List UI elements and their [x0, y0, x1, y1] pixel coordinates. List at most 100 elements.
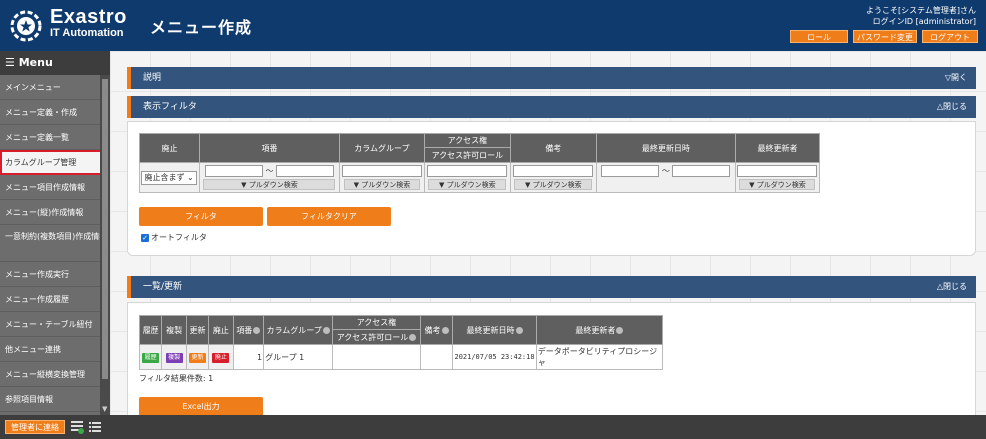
footer: 管理者に連絡 — [0, 415, 986, 439]
main-content: 説明 ▽開く 表示フィルタ △閉じる 廃止 項番 カラムグループ アクセス権 備… — [110, 51, 986, 415]
page-title: メニュー作成 — [150, 18, 253, 37]
logo-subtitle: IT Automation — [50, 27, 124, 39]
sidebar-scrollbar[interactable]: ▼ — [100, 75, 110, 415]
th-item-no-label: 項番 — [236, 325, 253, 335]
th-access-role-label: アクセス許可ロール — [336, 332, 409, 342]
access-role-cell — [332, 344, 421, 370]
close-toggle[interactable]: △閉じる — [937, 276, 967, 298]
sidebar-item-vertical-conversion[interactable]: メニュー縦横変換管理 — [0, 362, 110, 387]
filter-button[interactable]: フィルタ — [139, 207, 263, 226]
last-updated-cell: 2021/07/05 23:42:18 — [452, 344, 537, 370]
filter-clear-button[interactable]: フィルタクリア — [267, 207, 391, 226]
th-last-updater: 最終更新者 — [734, 133, 821, 163]
th-last-updater[interactable]: 最終更新者 — [535, 315, 664, 345]
copy-button[interactable]: 複製 — [165, 352, 183, 363]
logout-button[interactable]: ログアウト — [922, 30, 978, 43]
sidebar-item-menu-create-exec[interactable]: メニュー作成実行 — [0, 262, 110, 287]
table-list-icon[interactable] — [70, 420, 84, 434]
last-updated-filter-cell: 〜 — [595, 162, 736, 193]
sort-icon[interactable] — [322, 326, 330, 334]
sort-icon[interactable] — [253, 326, 261, 334]
access-role-pulldown-button[interactable]: ▼ プルダウン検索 — [428, 178, 507, 190]
sort-icon[interactable] — [616, 326, 624, 334]
gear-logo-icon — [10, 10, 42, 42]
item-no-to-input[interactable] — [276, 164, 334, 177]
description-section-bar[interactable]: 説明 ▽開く — [127, 67, 976, 89]
update-button[interactable]: 更新 — [188, 352, 206, 363]
column-group-filter-cell: ▼ プルダウン検索 — [338, 162, 425, 193]
table-row: 履歴 複製 更新 廃止 1 グループ 1 2021/07/05 23:42:18… — [138, 344, 664, 370]
column-group-pulldown-button[interactable]: ▼ プルダウン検索 — [343, 178, 420, 190]
sidebar-item-menu-definition[interactable]: メニュー定義・作成 — [0, 100, 110, 125]
access-role-input[interactable] — [427, 164, 508, 177]
checkmark-icon: ✓ — [141, 233, 149, 242]
item-no-pulldown-button[interactable]: ▼ プルダウン検索 — [203, 178, 336, 190]
filter-section-bar[interactable]: 表示フィルタ △閉じる — [127, 96, 976, 118]
th-disuse: 廃止 — [208, 315, 234, 345]
sidebar-item-menu-definition-list[interactable]: メニュー定義一覧 — [0, 125, 110, 150]
role-button[interactable]: ロール — [790, 30, 848, 43]
column-group-input[interactable] — [341, 164, 422, 177]
scroll-down-icon[interactable]: ▼ — [102, 405, 107, 413]
list-section-bar[interactable]: 一覧/更新 △閉じる — [127, 276, 976, 298]
remarks-pulldown-button[interactable]: ▼ プルダウン検索 — [514, 178, 593, 190]
th-history: 履歴 — [138, 315, 163, 345]
history-cell: 履歴 — [138, 344, 163, 370]
disuse-button[interactable]: 廃止 — [212, 352, 230, 363]
last-updater-filter-cell: ▼ プルダウン検索 — [734, 162, 821, 193]
last-updater-pulldown-button[interactable]: ▼ プルダウン検索 — [739, 178, 816, 190]
auto-filter-checkbox[interactable]: ✓ オートフィルタ — [141, 232, 207, 243]
range-separator: 〜 — [265, 166, 274, 175]
sidebar-item-vertical-menu-info[interactable]: メニュー(縦)作成情報 — [0, 200, 110, 225]
section-title: 一覧/更新 — [143, 282, 183, 292]
user-info: ようこそ[システム管理者]さん ログインID [administrator] — [866, 5, 976, 27]
th-column-group-label: カラムグループ — [266, 325, 322, 335]
last-updated-from-input[interactable] — [601, 164, 660, 177]
disuse-select[interactable]: 廃止含まず ⌄ — [141, 170, 198, 185]
sidebar-item-menu-table-link[interactable]: メニュー・テーブル紐付 — [0, 312, 110, 337]
scrollbar-thumb[interactable] — [102, 79, 108, 379]
logo-word: Exastro — [50, 6, 127, 28]
result-table: 履歴 複製 更新 廃止 項番 カラムグループ アクセス権 備考 最終更新日時 最… — [138, 315, 664, 370]
open-toggle[interactable]: ▽開く — [945, 67, 967, 89]
th-item-no: 項番 — [198, 133, 340, 163]
sidebar-item-menu-item-info[interactable]: メニュー項目作成情報 — [0, 175, 110, 200]
th-disuse: 廃止 — [139, 133, 200, 163]
item-no-cell: 1 — [232, 344, 265, 370]
item-no-from-input[interactable] — [204, 164, 263, 177]
hamburger-icon: ☰ — [5, 56, 19, 69]
th-remarks[interactable]: 備考 — [419, 315, 454, 345]
excel-export-button[interactable]: Excel出力 — [139, 397, 263, 415]
chevron-down-icon: ⌄ — [187, 172, 194, 182]
sidebar-item-main-menu[interactable]: メインメニュー — [0, 75, 110, 100]
th-column-group[interactable]: カラムグループ — [263, 315, 334, 345]
contact-admin-button[interactable]: 管理者に連絡 — [5, 420, 65, 434]
last-updater-input[interactable] — [737, 164, 818, 177]
th-update: 更新 — [185, 315, 210, 345]
update-cell: 更新 — [185, 344, 210, 370]
close-toggle[interactable]: △閉じる — [937, 96, 967, 118]
menu-header[interactable]: ☰ Menu — [0, 51, 110, 75]
sidebar-item-column-group[interactable]: カラムグループ管理 — [0, 150, 110, 175]
sidebar-item-other-menu-link[interactable]: 他メニュー連携 — [0, 337, 110, 362]
history-button[interactable]: 履歴 — [142, 352, 160, 363]
th-remarks: 備考 — [509, 133, 597, 163]
th-access-role[interactable]: アクセス許可ロール — [332, 329, 421, 345]
remarks-input[interactable] — [513, 164, 594, 177]
menu-title: Menu — [18, 56, 53, 69]
auto-filter-label: オートフィルタ — [151, 233, 207, 242]
section-title: 表示フィルタ — [143, 102, 197, 112]
menu-list-icon[interactable] — [88, 420, 102, 434]
sidebar-item-unique-constraint[interactable]: 一意制約(複数項目)作成情報 — [0, 225, 110, 262]
sort-icon[interactable] — [409, 333, 417, 341]
exastro-logo[interactable]: Exastro IT Automation — [10, 6, 136, 44]
sidebar-item-menu-create-history[interactable]: メニュー作成履歴 — [0, 287, 110, 312]
sort-icon[interactable] — [441, 326, 449, 334]
sort-icon[interactable] — [515, 326, 523, 334]
last-updated-to-input[interactable] — [672, 164, 731, 177]
sidebar-item-reference-info[interactable]: 参照項目情報 — [0, 387, 110, 412]
th-item-no[interactable]: 項番 — [232, 315, 265, 345]
password-change-button[interactable]: パスワード変更 — [853, 30, 917, 43]
th-last-updated[interactable]: 最終更新日時 — [452, 315, 537, 345]
item-no-filter-cell: 〜 ▼ プルダウン検索 — [198, 162, 340, 193]
